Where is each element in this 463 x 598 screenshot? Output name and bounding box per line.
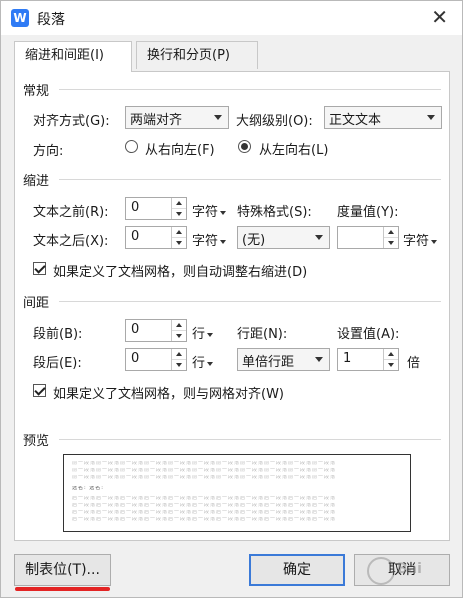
chevron-down-icon	[427, 115, 435, 120]
auto-adjust-indent-label[interactable]: 如果定义了文档网格，则自动调整右缩进(D)	[53, 261, 307, 280]
indent-before-unit[interactable]: 字符	[192, 201, 227, 220]
indent-before-stepper[interactable]: 0	[125, 197, 187, 220]
spin-up-icon[interactable]	[172, 227, 186, 238]
tab-indent-spacing[interactable]: 缩进和间距(I)	[14, 41, 132, 72]
preview-sample-line: 选名: 选名:	[72, 486, 104, 490]
title-bar: W 段落 ✕	[1, 1, 462, 35]
alignment-label: 对齐方式(G):	[33, 114, 110, 129]
spin-up-icon[interactable]	[172, 320, 186, 331]
indent-after-stepper[interactable]: 0	[125, 226, 187, 249]
general-divider	[59, 89, 441, 90]
paragraph-dialog: W 段落 ✕ 缩进和间距(I) 换行和分页(P) 常规 对齐方式(G): 两端对…	[0, 0, 463, 598]
preview-next-line: 后一段落后一段落后一段落后一段落后一段落后一段落后一段落后一段落后一段落后一段落…	[72, 503, 337, 507]
setting-value-stepper[interactable]: 1	[337, 348, 399, 371]
indent-after-label: 文本之后(X):	[33, 234, 109, 249]
watermark-text: Bai	[397, 561, 422, 577]
auto-adjust-indent-checkbox[interactable]	[33, 262, 46, 275]
direction-ltr-label[interactable]: 从左向右(L)	[259, 139, 328, 158]
space-after-stepper[interactable]: 0	[125, 348, 187, 371]
measure-unit[interactable]: 字符	[403, 230, 438, 249]
preview-next-line: 后一段落后一段落后一段落后一段落后一段落后一段落后一段落后一段落后一段落后一段落…	[72, 517, 337, 521]
spin-down-icon[interactable]	[172, 360, 186, 370]
outline-level-value: 正文文本	[329, 113, 382, 128]
preview-next-line: 后一段落后一段落后一段落后一段落后一段落后一段落后一段落后一段落后一段落后一段落…	[72, 510, 337, 514]
indent-before-value: 0	[131, 200, 140, 215]
spin-up-icon[interactable]	[384, 227, 398, 238]
baidu-watermark: Bai	[367, 553, 457, 593]
direction-ltr-radio[interactable]	[238, 140, 251, 153]
ok-button[interactable]: 确定	[249, 554, 345, 586]
tab-panel: 常规 对齐方式(G): 两端对齐 大纲级别(O): 正文文本 方向: 从右向左(…	[14, 71, 450, 541]
direction-rtl-label[interactable]: 从右向左(F)	[145, 139, 215, 158]
space-after-label: 段后(E):	[33, 356, 82, 371]
line-spacing-label: 行距(N):	[237, 327, 288, 342]
special-format-label: 特殊格式(S):	[237, 205, 312, 220]
preview-prev-line: 前一段落前一段落前一段落前一段落前一段落前一段落前一段落前一段落前一段落前一段落…	[72, 461, 337, 465]
space-after-value: 0	[131, 351, 140, 366]
general-section-title: 常规	[23, 84, 50, 99]
preview-prev-line: 前一段落前一段落前一段落前一段落前一段落前一段落前一段落前一段落前一段落前一段落…	[72, 475, 337, 479]
space-before-label: 段前(B):	[33, 327, 83, 342]
snap-to-grid-checkbox[interactable]	[33, 384, 46, 397]
spin-up-icon[interactable]	[384, 349, 398, 360]
special-format-select[interactable]: (无)	[237, 226, 330, 249]
space-before-stepper[interactable]: 0	[125, 319, 187, 342]
chevron-down-icon	[220, 239, 227, 244]
baidu-paw-icon	[367, 557, 395, 585]
dialog-title: 段落	[37, 12, 65, 28]
direction-rtl-radio[interactable]	[125, 140, 138, 153]
tab-stops-button[interactable]: 制表位(T)...	[14, 554, 111, 586]
chevron-down-icon	[315, 235, 323, 240]
close-icon[interactable]: ✕	[431, 6, 448, 28]
indent-after-value: 0	[131, 229, 140, 244]
space-before-value: 0	[131, 322, 140, 337]
spin-down-icon[interactable]	[172, 331, 186, 341]
line-spacing-select[interactable]: 单倍行距	[237, 348, 330, 371]
spin-down-icon[interactable]	[384, 360, 398, 370]
chevron-down-icon	[315, 357, 323, 362]
setting-value-label: 设置值(A):	[337, 327, 400, 342]
spin-down-icon[interactable]	[172, 209, 186, 219]
preview-next-line: 后一段落后一段落后一段落后一段落后一段落后一段落后一段落后一段落后一段落后一段落…	[72, 496, 337, 500]
preview-divider	[59, 439, 441, 440]
setting-value-unit: 倍	[407, 356, 421, 371]
setting-value: 1	[343, 351, 352, 366]
chevron-down-icon	[207, 332, 214, 337]
spin-down-icon[interactable]	[384, 238, 398, 248]
space-before-unit[interactable]: 行	[192, 323, 214, 342]
preview-prev-line: 前一段落前一段落前一段落前一段落前一段落前一段落前一段落前一段落前一段落前一段落…	[72, 468, 337, 472]
spacing-section-title: 间距	[23, 296, 50, 311]
preview-section-title: 预览	[23, 434, 50, 449]
indent-section-title: 缩进	[23, 174, 50, 189]
space-after-unit[interactable]: 行	[192, 352, 214, 371]
indent-divider	[59, 179, 441, 180]
indent-before-label: 文本之前(R):	[33, 205, 109, 220]
alignment-value: 两端对齐	[130, 113, 183, 128]
alignment-select[interactable]: 两端对齐	[125, 106, 229, 129]
indent-after-unit[interactable]: 字符	[192, 230, 227, 249]
direction-label: 方向:	[33, 144, 64, 159]
chevron-down-icon	[431, 239, 438, 244]
spin-down-icon[interactable]	[172, 238, 186, 248]
measure-label: 度量值(Y):	[337, 205, 399, 220]
outline-level-select[interactable]: 正文文本	[324, 106, 442, 129]
red-highlight-underline	[15, 587, 110, 591]
outline-level-label: 大纲级别(O):	[236, 114, 313, 129]
spin-up-icon[interactable]	[172, 198, 186, 209]
paragraph-preview: 前一段落前一段落前一段落前一段落前一段落前一段落前一段落前一段落前一段落前一段落…	[63, 454, 411, 532]
spin-up-icon[interactable]	[172, 349, 186, 360]
chevron-down-icon	[220, 210, 227, 215]
special-format-value: (无)	[242, 233, 266, 248]
chevron-down-icon	[214, 115, 222, 120]
line-spacing-value: 单倍行距	[242, 355, 295, 370]
spacing-divider	[59, 301, 441, 302]
tab-line-page-breaks[interactable]: 换行和分页(P)	[136, 41, 258, 69]
measure-stepper[interactable]	[337, 226, 399, 249]
chevron-down-icon	[207, 361, 214, 366]
snap-to-grid-label[interactable]: 如果定义了文档网格，则与网格对齐(W)	[53, 383, 284, 402]
wps-writer-icon: W	[11, 9, 29, 27]
